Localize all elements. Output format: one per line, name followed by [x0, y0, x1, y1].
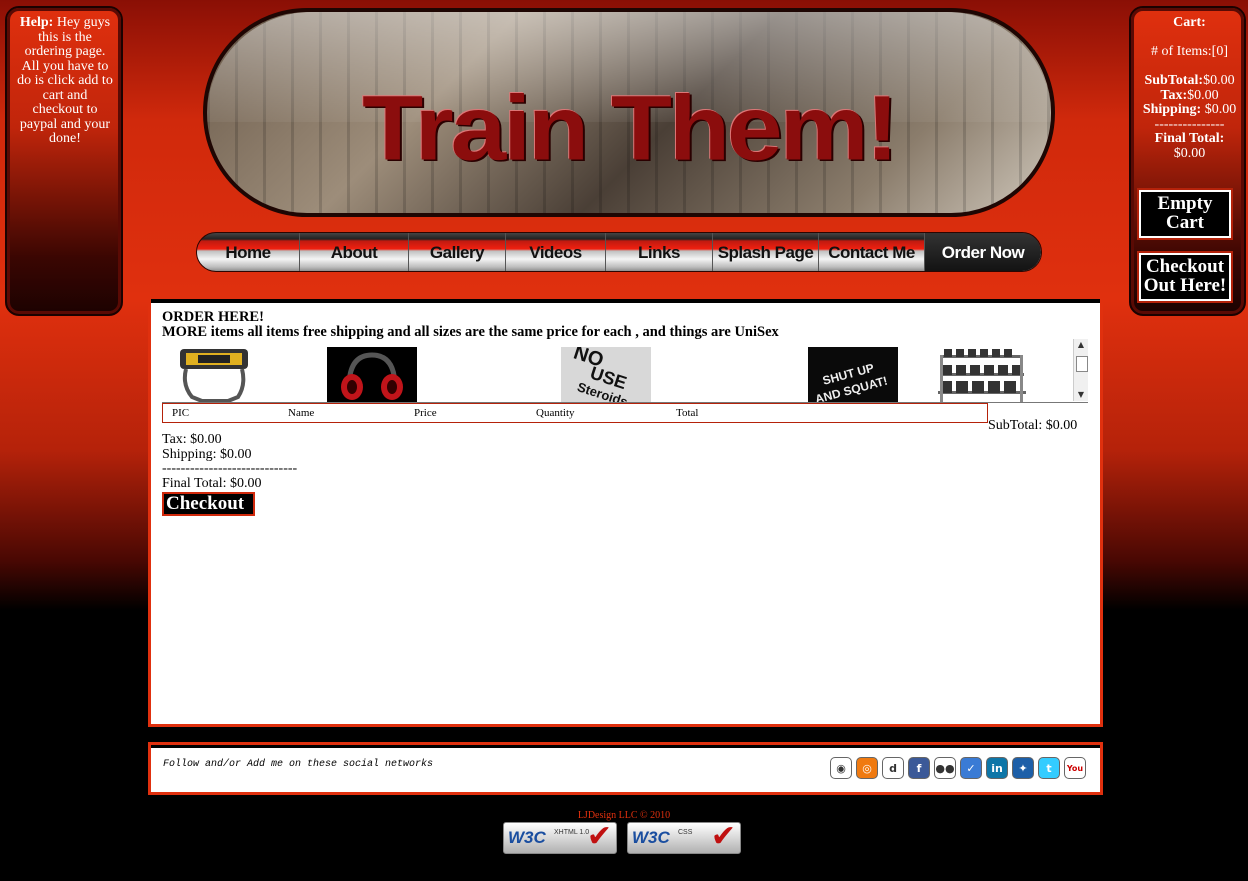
w3c-xhtml-logo: W3C	[508, 828, 546, 847]
friendfeed-icon[interactable]: ✓	[960, 757, 982, 779]
cart-tax-value: $0.00	[1187, 87, 1219, 103]
help-panel: Help: Hey guys this is the ordering page…	[5, 6, 123, 316]
scroll-thumb[interactable]	[1076, 356, 1088, 372]
myspace-icon[interactable]: ✦	[1012, 757, 1034, 779]
cart-subtotal-value: $0.00	[1203, 73, 1235, 88]
nav-home[interactable]: Home	[197, 233, 300, 271]
cart-shipping-value: $0.00	[1204, 102, 1237, 117]
social-networks: Follow and/or Add me on these social net…	[148, 742, 1103, 795]
w3c-css-label: CSS	[678, 829, 693, 836]
cart-panel: Cart: # of Items:[0] SubTotal:$0.00 Tax:…	[1129, 6, 1246, 316]
w3c-css-logo: W3C	[632, 828, 670, 847]
help-body: Hey guys this is the ordering page. All …	[17, 15, 113, 146]
cart-items-label: # of Items:	[1151, 44, 1212, 59]
cart-shipping: Shipping: $0.00	[1135, 102, 1244, 118]
order-divider: -----------------------------	[162, 461, 298, 476]
nav-gallery[interactable]: Gallery	[409, 233, 506, 271]
cart-tax: Tax:$0.00	[1135, 87, 1244, 104]
order-summary: Tax: $0.00 Shipping: $0.00 -------------…	[162, 432, 298, 491]
order-heading-title: ORDER HERE!	[162, 309, 264, 325]
checkmark-icon: ✔	[710, 820, 736, 853]
social-icons: ◉ ◎ d f ●● ✓ in ✦ t You	[830, 757, 1086, 779]
linkedin-icon[interactable]: in	[986, 757, 1008, 779]
nav-splash-page[interactable]: Splash Page	[713, 233, 819, 271]
banner: Train Them!	[203, 8, 1055, 217]
checkout-button[interactable]: Checkout	[162, 492, 255, 516]
w3c-xhtml-label: XHTML 1.0	[554, 829, 590, 836]
product-shut-up-and-squat-shirt[interactable]: SHUT UP AND SQUAT!	[808, 347, 898, 402]
nav-links[interactable]: Links	[606, 233, 713, 271]
cart-summary: Cart: # of Items:[0] SubTotal:$0.00 Tax:…	[1135, 15, 1244, 161]
order-heading: ORDER HERE! MORE items all items free sh…	[162, 310, 779, 340]
column-name: Name	[288, 407, 315, 419]
column-total: Total	[676, 407, 699, 419]
cart-final-label: Final Total:	[1154, 131, 1225, 146]
nav-contact-me[interactable]: Contact Me	[819, 233, 925, 271]
youtube-icon[interactable]: You	[1064, 757, 1086, 779]
cart-shipping-label: Shipping:	[1142, 102, 1202, 117]
order-final-total: Final Total: $0.00	[162, 475, 262, 491]
order-heading-subtitle: MORE items all items free shipping and a…	[162, 324, 779, 340]
banner-title: Train Them!	[362, 76, 899, 180]
order-shipping: Shipping: $0.00	[162, 446, 252, 462]
cart-subtotal-label: SubTotal:	[1144, 73, 1204, 88]
order-tax: Tax: $0.00	[162, 432, 222, 447]
product-strip[interactable]: NO USE Steroids SHUT UP AND SQUAT! ▲ ▼	[162, 339, 1088, 403]
main-nav: Home About Gallery Videos Links Splash P…	[196, 232, 1042, 272]
product-dumbbell-rack[interactable]	[936, 347, 1026, 402]
cart-tax-label: Tax:	[1160, 87, 1188, 103]
flickr-icon[interactable]: ●●	[934, 757, 956, 779]
lastfm-icon[interactable]: ◎	[856, 757, 878, 779]
checkmark-icon: ✔	[586, 820, 612, 853]
scroll-up-icon[interactable]: ▲	[1074, 339, 1088, 351]
nav-videos[interactable]: Videos	[506, 233, 606, 271]
product-headphones[interactable]	[327, 347, 417, 402]
product-scrollbar[interactable]: ▲ ▼	[1073, 339, 1088, 401]
product-stopwatch[interactable]	[172, 347, 257, 402]
order-content: ORDER HERE! MORE items all items free sh…	[148, 296, 1103, 727]
cart-item-count: # of Items:[0]	[1135, 44, 1244, 60]
help-text: Help: Hey guys this is the ordering page…	[17, 15, 113, 147]
column-pic: PIC	[172, 407, 190, 419]
facebook-icon[interactable]: f	[908, 757, 930, 779]
cart-items-value: [0]	[1211, 44, 1228, 59]
product-no-steroids-shirt[interactable]: NO USE Steroids	[561, 347, 651, 402]
twitter-icon[interactable]: t	[1038, 757, 1060, 779]
cart-final-value: $0.00	[1173, 145, 1206, 161]
order-subtotal: SubTotal: $0.00	[988, 418, 1078, 433]
empty-cart-button[interactable]: Empty Cart	[1137, 188, 1233, 240]
scroll-down-icon[interactable]: ▼	[1074, 389, 1088, 401]
help-label: Help:	[19, 15, 54, 30]
column-price: Price	[414, 407, 437, 419]
cart-subtotal: SubTotal:$0.00	[1135, 73, 1244, 89]
nav-about[interactable]: About	[300, 233, 409, 271]
cart-table-header: PIC Name Price Quantity Total	[162, 403, 988, 423]
w3c-xhtml-badge[interactable]: W3C XHTML 1.0 ✔	[503, 820, 617, 854]
social-text: Follow and/or Add me on these social net…	[163, 759, 434, 770]
column-quantity: Quantity	[536, 407, 575, 419]
checkout-out-here-button[interactable]: Checkout Out Here!	[1137, 251, 1233, 303]
cart-title: Cart:	[1173, 15, 1206, 30]
stumbleupon-icon[interactable]: ◉	[830, 757, 852, 779]
nav-order-now[interactable]: Order Now	[925, 233, 1041, 271]
w3c-css-badge[interactable]: W3C CSS ✔	[627, 820, 741, 854]
copyright: LJDesign LLC © 2010	[577, 810, 671, 821]
cart-divider: ---------------	[1154, 116, 1225, 132]
delicious-icon[interactable]: d	[882, 757, 904, 779]
